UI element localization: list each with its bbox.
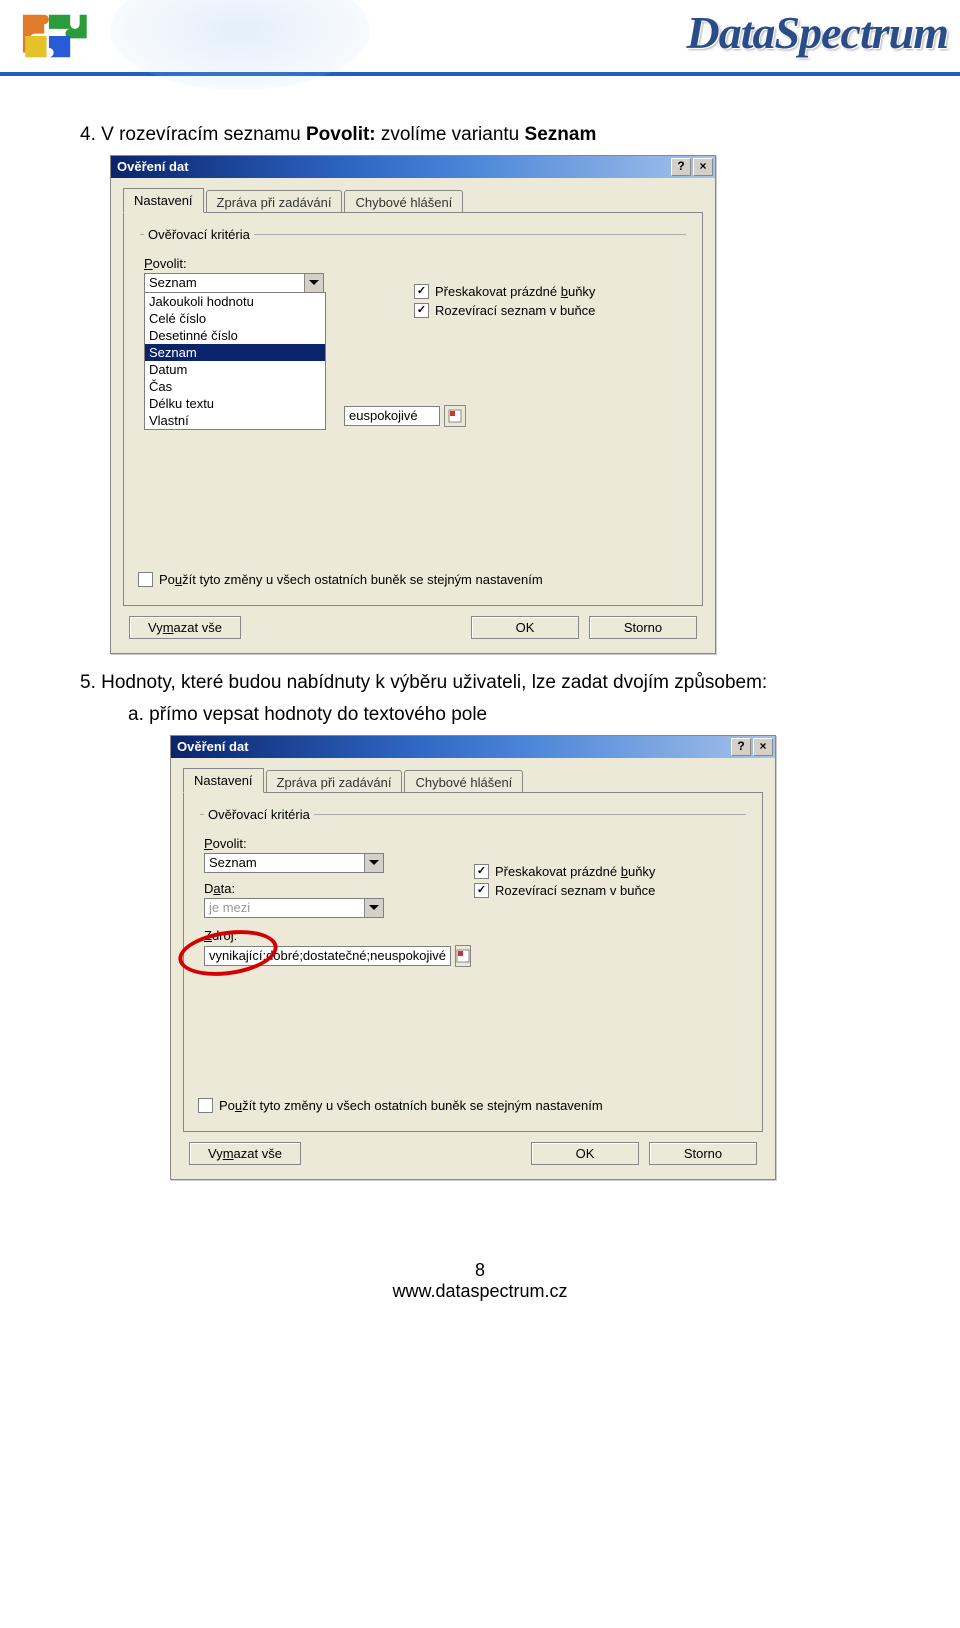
puzzle-icon — [20, 10, 92, 62]
list-item[interactable]: Vlastní — [145, 412, 325, 429]
dialog-title: Ověření dat — [177, 739, 249, 754]
list-item[interactable]: Celé číslo — [145, 310, 325, 327]
list-item[interactable]: Délku textu — [145, 395, 325, 412]
checkbox-apply-same[interactable]: Použít tyto změny u všech ostatních buně… — [138, 572, 543, 587]
checkbox-icon — [474, 883, 489, 898]
close-button[interactable]: × — [693, 158, 713, 176]
tab-settings[interactable]: Nastavení — [123, 188, 204, 213]
source-input[interactable]: vynikající;dobré;dostatečné;neuspokojivé — [204, 946, 451, 966]
dialog-titlebar: Ověření dat ? × — [111, 156, 715, 178]
range-picker-icon[interactable] — [455, 945, 471, 967]
checkbox-incell-dropdown[interactable]: Rozevírací seznam v buňce — [474, 883, 742, 898]
cancel-button[interactable]: Storno — [649, 1142, 757, 1165]
close-button[interactable]: × — [753, 738, 773, 756]
allow-label: Povolit: — [204, 836, 434, 851]
dialog-titlebar: Ověření dat ? × — [171, 736, 775, 758]
tab-settings[interactable]: Nastavení — [183, 768, 264, 793]
dialog-tabs: Nastavení Zpráva při zadávání Chybové hl… — [183, 768, 763, 793]
criteria-group: Ověřovací kritéria Povolit: Seznam Data: — [200, 807, 746, 971]
allow-select[interactable]: Seznam — [204, 853, 384, 873]
source-input-peek: euspokojivé — [344, 405, 466, 427]
help-button[interactable]: ? — [731, 738, 751, 756]
clear-all-button[interactable]: Vymazat vše — [129, 616, 241, 639]
instruction-step-5a: a. přímo vepsat hodnoty do textového pol… — [128, 702, 880, 729]
checkbox-icon — [198, 1098, 213, 1113]
checkbox-icon — [474, 864, 489, 879]
page-number: 8 — [80, 1260, 880, 1281]
cancel-button[interactable]: Storno — [589, 616, 697, 639]
instruction-step-4: 4. V rozevíracím seznamu Povolit: zvolím… — [80, 122, 880, 149]
chevron-down-icon[interactable] — [304, 274, 323, 292]
instruction-step-5: 5. Hodnoty, které budou nabídnuty k výbě… — [80, 670, 880, 697]
allow-label: Povolit: — [144, 256, 374, 271]
allow-select[interactable]: Seznam — [144, 273, 324, 293]
dialog-tabs: Nastavení Zpráva při zadávání Chybové hl… — [123, 188, 703, 213]
list-item[interactable]: Datum — [145, 361, 325, 378]
checkbox-incell-dropdown[interactable]: Rozevírací seznam v buňce — [414, 303, 682, 318]
criteria-legend: Ověřovací kritéria — [204, 807, 314, 822]
page-header: DataSpectrum — [0, 0, 960, 76]
source-label: Zdroj: — [204, 928, 434, 943]
checkbox-skip-empty[interactable]: Přeskakovat prázdné buňky — [474, 864, 742, 879]
criteria-group: Ověřovací kritéria Povolit: Seznam Jakou… — [140, 227, 686, 434]
chevron-down-icon — [364, 899, 383, 917]
clear-all-button[interactable]: Vymazat vše — [189, 1142, 301, 1165]
list-item[interactable]: Jakoukoli hodnotu — [145, 293, 325, 310]
chevron-down-icon[interactable] — [364, 854, 383, 872]
page-footer: 8 www.dataspectrum.cz — [80, 1260, 880, 1332]
footer-url: www.dataspectrum.cz — [80, 1281, 880, 1302]
checkbox-icon — [138, 572, 153, 587]
list-item[interactable]: Seznam — [145, 344, 325, 361]
range-picker-icon[interactable] — [444, 405, 466, 427]
help-button[interactable]: ? — [671, 158, 691, 176]
data-validation-dialog-open-list: Ověření dat ? × Nastavení Zpráva při zad… — [110, 155, 716, 654]
ok-button[interactable]: OK — [531, 1142, 639, 1165]
checkbox-skip-empty[interactable]: Přeskakovat prázdné buňky — [414, 284, 682, 299]
ok-button[interactable]: OK — [471, 616, 579, 639]
data-label: Data: — [204, 881, 434, 896]
list-item[interactable]: Čas — [145, 378, 325, 395]
data-validation-dialog-source: Ověření dat ? × Nastavení Zpráva při zad… — [170, 735, 776, 1180]
dialog-title: Ověření dat — [117, 159, 189, 174]
criteria-legend: Ověřovací kritéria — [144, 227, 254, 242]
data-select: je mezi — [204, 898, 384, 918]
checkbox-apply-same[interactable]: Použít tyto změny u všech ostatních buně… — [198, 1098, 603, 1113]
allow-listbox[interactable]: Jakoukoli hodnotu Celé číslo Desetinné č… — [144, 292, 326, 430]
brand-logo: DataSpectrum — [687, 6, 948, 59]
list-item[interactable]: Desetinné číslo — [145, 327, 325, 344]
checkbox-icon — [414, 303, 429, 318]
checkbox-icon — [414, 284, 429, 299]
